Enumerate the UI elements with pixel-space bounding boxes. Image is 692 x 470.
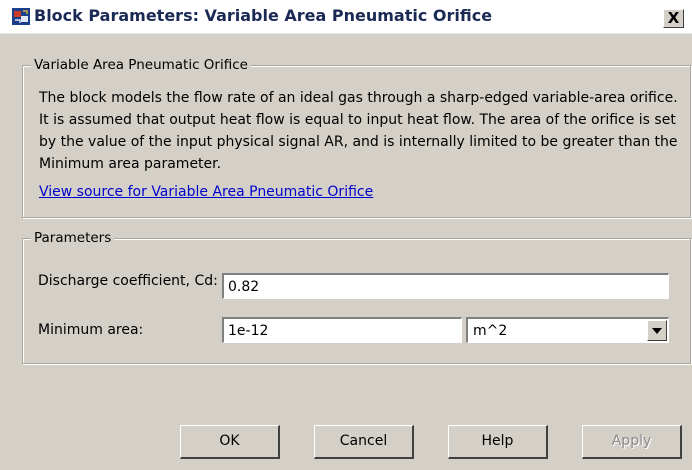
- block-description: The block models the flow rate of an ide…: [39, 90, 678, 172]
- parameters-group-title: Parameters: [31, 230, 115, 246]
- description-group-title: Variable Area Pneumatic Orifice: [31, 57, 251, 73]
- cancel-button[interactable]: Cancel: [314, 425, 414, 459]
- minimum-area-field[interactable]: [222, 317, 462, 343]
- discharge-coefficient-label: Discharge coefficient, Cd:: [38, 273, 218, 289]
- minimum-area-unit-select[interactable]: m^2: [466, 317, 669, 343]
- discharge-coefficient-field[interactable]: [222, 273, 669, 299]
- description-group: Variable Area Pneumatic Orifice The bloc…: [22, 57, 691, 218]
- ok-button[interactable]: OK: [180, 425, 280, 459]
- close-button[interactable]: X: [663, 9, 684, 28]
- close-icon: X: [667, 9, 680, 27]
- simulink-block-icon: [12, 8, 30, 25]
- parameters-group: Parameters Discharge coefficient, Cd: Mi…: [22, 230, 691, 364]
- view-source-link[interactable]: View source for Variable Area Pneumatic …: [39, 184, 373, 200]
- help-button[interactable]: Help: [448, 425, 548, 459]
- chevron-down-icon[interactable]: [647, 320, 667, 341]
- minimum-area-unit-value: m^2: [473, 323, 508, 339]
- window-title: Block Parameters: Variable Area Pneumati…: [34, 6, 493, 25]
- apply-button[interactable]: Apply: [582, 425, 682, 459]
- title-bar[interactable]: Block Parameters: Variable Area Pneumati…: [0, 0, 692, 34]
- dialog-window: Block Parameters: Variable Area Pneumati…: [0, 0, 692, 470]
- minimum-area-label: Minimum area:: [38, 322, 144, 338]
